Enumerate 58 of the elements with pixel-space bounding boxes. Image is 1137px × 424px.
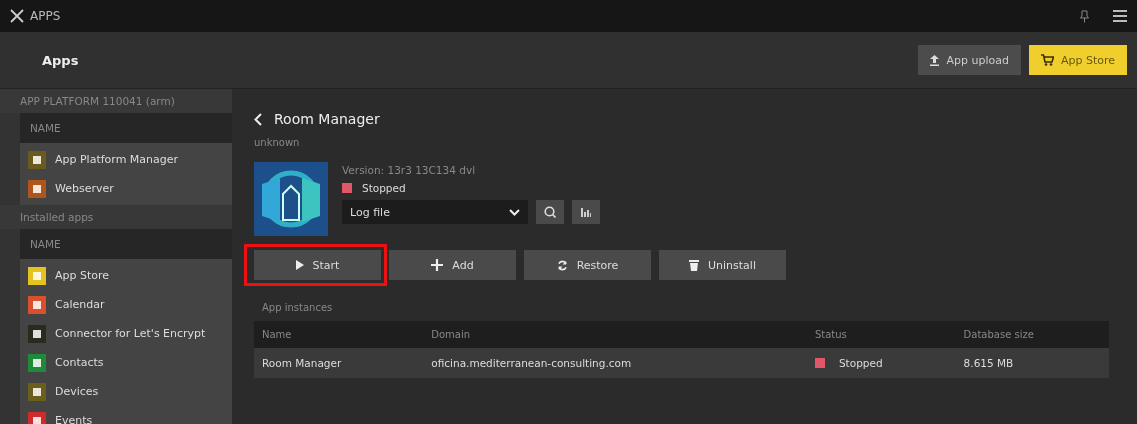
- item-label: Events: [55, 414, 93, 424]
- table-cell: Room Manager: [254, 348, 424, 378]
- topbar-title: APPS: [30, 9, 61, 23]
- section-title: Installed apps: [0, 205, 232, 229]
- section-title: APP PLATFORM 110041 (arm): [0, 89, 232, 113]
- item-label: Contacts: [55, 356, 104, 369]
- column-header: NAME: [20, 229, 232, 259]
- play-icon: [295, 260, 304, 270]
- restore-button[interactable]: Restore: [524, 250, 651, 280]
- item-label: Devices: [55, 385, 99, 398]
- close-icon[interactable]: [10, 9, 24, 23]
- app-title: Room Manager: [274, 111, 380, 127]
- item-label: Connector for Let's Encrypt: [55, 327, 206, 340]
- sidebar-item[interactable]: App Store: [20, 261, 232, 290]
- table-cell: 8.615 MB: [955, 348, 1109, 378]
- app-logo-icon: [254, 162, 328, 236]
- sidebar-item[interactable]: App Platform Manager: [20, 145, 232, 174]
- status-text: Stopped: [838, 357, 883, 369]
- version-text: Version: 13r3 13C134 dvl: [342, 164, 477, 176]
- sidebar-item[interactable]: Webserver: [20, 174, 232, 203]
- page-title: Apps: [42, 52, 79, 68]
- sidebar-item[interactable]: Contacts: [20, 348, 232, 377]
- app-upload-button[interactable]: App upload: [918, 45, 1021, 75]
- cart-icon: [1040, 54, 1054, 66]
- start-button[interactable]: Start: [254, 250, 381, 280]
- chevron-down-icon: [509, 208, 520, 216]
- back-icon[interactable]: [254, 112, 262, 126]
- column-header: Status: [806, 321, 956, 348]
- search-icon: [544, 206, 556, 218]
- column-header: Domain: [423, 321, 807, 348]
- bar-chart-icon: [581, 207, 591, 217]
- item-label: App Platform Manager: [55, 153, 179, 166]
- sidebar-item[interactable]: Calendar: [20, 290, 232, 319]
- pin-icon[interactable]: [1080, 9, 1089, 23]
- app-subtitle: unknown: [254, 137, 301, 148]
- plus-icon: [431, 259, 444, 271]
- refresh-icon: [556, 259, 568, 271]
- item-label: App Store: [55, 269, 110, 282]
- search-button[interactable]: [536, 200, 564, 224]
- menu-icon[interactable]: [1113, 10, 1127, 22]
- log-file-dropdown[interactable]: Log file: [342, 200, 528, 224]
- section-title: App instances: [262, 302, 334, 313]
- sidebar-item[interactable]: Connector for Let's Encrypt: [20, 319, 232, 348]
- uninstall-button[interactable]: Uninstall: [659, 250, 786, 280]
- upload-icon: [930, 54, 940, 66]
- column-header: Database size: [955, 321, 1109, 348]
- app-store-button[interactable]: App Store: [1028, 45, 1127, 75]
- item-label: Webserver: [55, 182, 114, 195]
- stats-button[interactable]: [572, 200, 600, 224]
- column-header: NAME: [20, 113, 232, 143]
- sidebar-item[interactable]: Events: [20, 406, 232, 424]
- sidebar-item[interactable]: Devices: [20, 377, 232, 406]
- item-label: Calendar: [55, 298, 105, 311]
- column-header: Name: [254, 321, 424, 348]
- status-text: Stopped: [362, 182, 406, 194]
- add-button[interactable]: Add: [389, 250, 516, 280]
- trash-icon: [689, 259, 699, 271]
- table-cell: oficina.mediterranean-consulting.com: [423, 348, 807, 378]
